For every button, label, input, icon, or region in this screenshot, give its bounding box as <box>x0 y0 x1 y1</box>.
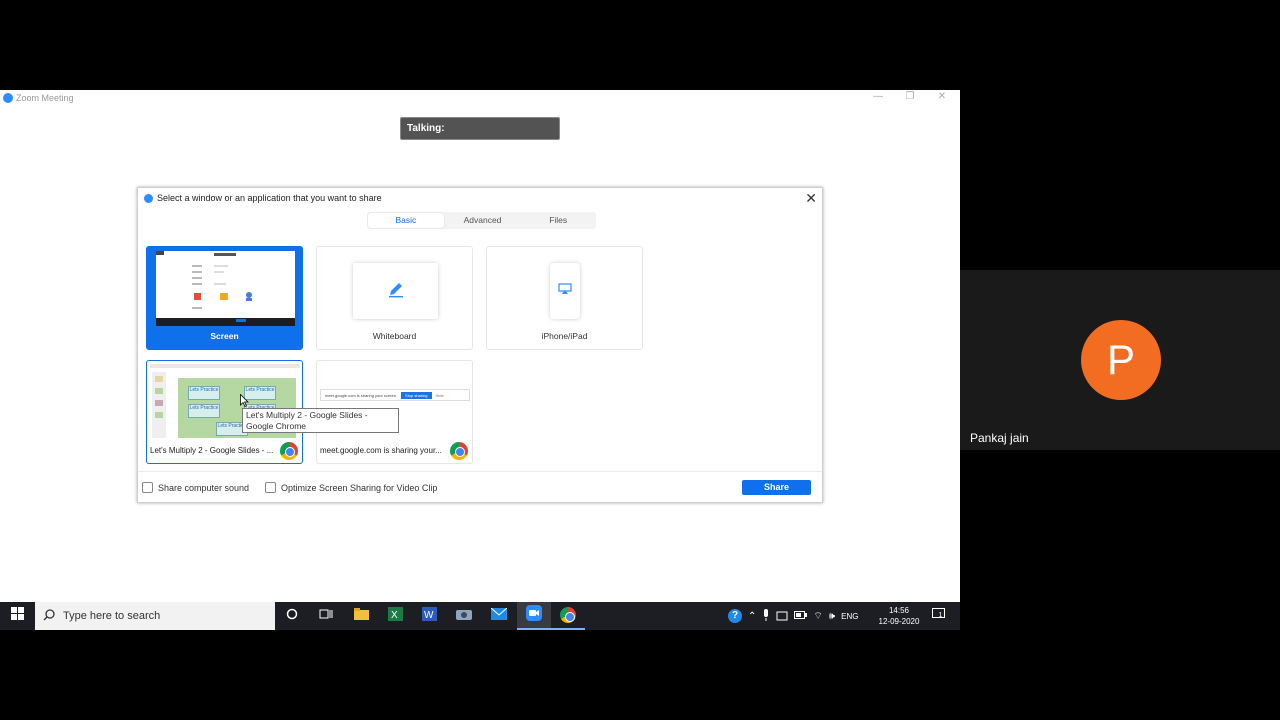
zoom-window-title: Zoom Meeting <box>16 93 74 103</box>
close-window-button[interactable]: ✕ <box>926 90 958 104</box>
language-indicator[interactable]: ENG <box>841 612 858 621</box>
chevron-up-icon[interactable]: ⌃ <box>748 611 756 622</box>
taskbar-chrome[interactable] <box>551 602 585 630</box>
notifications-button[interactable]: 1 <box>928 602 948 630</box>
windows-taskbar: Type here to search X W ? ⌃ ⌔ 🕪 ENG 14:5… <box>0 602 960 630</box>
slides-thumb-box: Lets Practice <box>188 404 220 418</box>
tile-whiteboard-label: Whiteboard <box>372 331 417 341</box>
whiteboard-preview <box>353 263 438 319</box>
share-button[interactable]: Share <box>742 480 811 495</box>
system-tray: ? ⌃ ⌔ 🕪 ENG <box>728 602 858 630</box>
wifi-icon[interactable]: ⌔ <box>813 610 822 623</box>
stage: Zoom Meeting — ❐ ✕ Talking: Select a win… <box>0 0 1280 720</box>
dialog-title: Select a window or an application that y… <box>144 193 382 203</box>
microphone-icon[interactable] <box>762 609 770 623</box>
zoom-titlebar: Zoom Meeting — ❐ ✕ <box>0 90 960 106</box>
chrome-icon <box>280 442 298 460</box>
meet-thumbnail: meet.google.com is sharing your screen. … <box>320 389 470 401</box>
word-icon: W <box>421 606 437 626</box>
share-computer-sound-label: Share computer sound <box>158 482 250 493</box>
notification-icon: 1 <box>931 607 945 625</box>
meet-thumb-text: meet.google.com is sharing your screen. <box>325 392 398 398</box>
tile-iphone-label: iPhone/iPad <box>541 331 588 341</box>
optimize-video-label: Optimize Screen Sharing for Video Clip <box>281 482 438 493</box>
help-icon[interactable]: ? <box>728 609 742 623</box>
taskbar-clock[interactable]: 14:56 12-09-2020 <box>874 605 924 627</box>
checkbox-box[interactable] <box>142 482 153 493</box>
security-icon[interactable] <box>776 609 788 623</box>
screen-thumbnail <box>156 251 295 326</box>
share-iphone-tile[interactable]: iPhone/iPad <box>486 246 643 350</box>
taskbar-file-explorer[interactable] <box>344 602 378 630</box>
chrome-icon <box>450 442 468 460</box>
tile-screen-label: Screen <box>210 331 239 341</box>
iphone-preview <box>550 263 580 319</box>
minimize-button[interactable]: — <box>862 90 894 104</box>
mail-icon <box>490 607 508 625</box>
zoom-icon <box>526 604 542 626</box>
zoom-logo-icon <box>3 93 13 103</box>
slides-thumb-box: Lets Practice <box>188 386 220 400</box>
volume-icon[interactable]: 🕪 <box>829 611 835 622</box>
participant-tile[interactable]: P Pankaj jain <box>960 270 1280 450</box>
notification-count: 1 <box>938 612 943 619</box>
camera-icon <box>456 607 472 625</box>
avatar: P <box>1081 320 1161 400</box>
dialog-title-text: Select a window or an application that y… <box>157 193 382 203</box>
share-computer-sound-checkbox[interactable]: Share computer sound <box>142 482 249 493</box>
optimize-video-checkbox[interactable]: Optimize Screen Sharing for Video Clip <box>265 482 437 493</box>
cortana-button[interactable] <box>275 602 309 630</box>
windows-logo-icon <box>10 607 24 625</box>
share-dialog: Select a window or an application that y… <box>137 187 823 503</box>
shared-screen: Zoom Meeting — ❐ ✕ Talking: Select a win… <box>0 90 960 630</box>
tile-meet-label: meet.google.com is sharing your... <box>320 446 442 455</box>
tab-advanced[interactable]: Advanced <box>445 212 521 229</box>
search-icon <box>43 608 55 624</box>
meet-thumb-hide: Hide <box>435 392 444 398</box>
share-whiteboard-tile[interactable]: Whiteboard <box>316 246 473 350</box>
participant-name: Pankaj jain <box>970 431 1029 445</box>
dialog-divider <box>138 471 822 472</box>
svg-text:W: W <box>424 610 434 621</box>
clock-time: 14:56 <box>888 606 910 615</box>
airplay-icon <box>558 282 572 300</box>
pencil-icon <box>387 280 405 303</box>
tile-slides-label: Let's Multiply 2 - Google Slides - ... <box>150 446 274 455</box>
share-tabs: Basic Advanced Files <box>367 212 596 229</box>
share-screen-tile[interactable]: Screen <box>146 246 303 350</box>
battery-icon[interactable] <box>794 611 808 621</box>
mouse-cursor-icon <box>240 393 249 412</box>
clock-date: 12-09-2020 <box>878 617 920 626</box>
taskbar-zoom[interactable] <box>517 602 551 630</box>
talking-indicator: Talking: <box>400 117 560 140</box>
tab-basic[interactable]: Basic <box>368 213 444 228</box>
dialog-close-button[interactable]: ✕ <box>805 190 817 207</box>
taskbar-word[interactable]: W <box>412 602 446 630</box>
start-button[interactable] <box>0 602 34 630</box>
tab-files[interactable]: Files <box>520 212 596 229</box>
task-view-button[interactable] <box>309 602 343 630</box>
chrome-icon <box>560 607 576 623</box>
restore-button[interactable]: ❐ <box>894 90 926 104</box>
svg-text:X: X <box>391 610 398 621</box>
window-tooltip: Let's Multiply 2 - Google Slides - Googl… <box>242 408 399 433</box>
taskbar-mail[interactable] <box>482 602 516 630</box>
folder-icon <box>353 607 369 625</box>
taskbar-camera[interactable] <box>447 602 481 630</box>
excel-icon: X <box>387 606 403 626</box>
cortana-icon <box>286 607 298 625</box>
meet-thumb-stop-button: Stop sharing <box>401 391 432 399</box>
taskbar-search-input[interactable]: Type here to search <box>35 602 275 630</box>
taskbar-excel[interactable]: X <box>378 602 412 630</box>
search-placeholder: Type here to search <box>63 610 161 622</box>
task-view-icon <box>319 607 333 625</box>
zoom-logo-icon <box>144 193 153 203</box>
checkbox-box[interactable] <box>265 482 276 493</box>
